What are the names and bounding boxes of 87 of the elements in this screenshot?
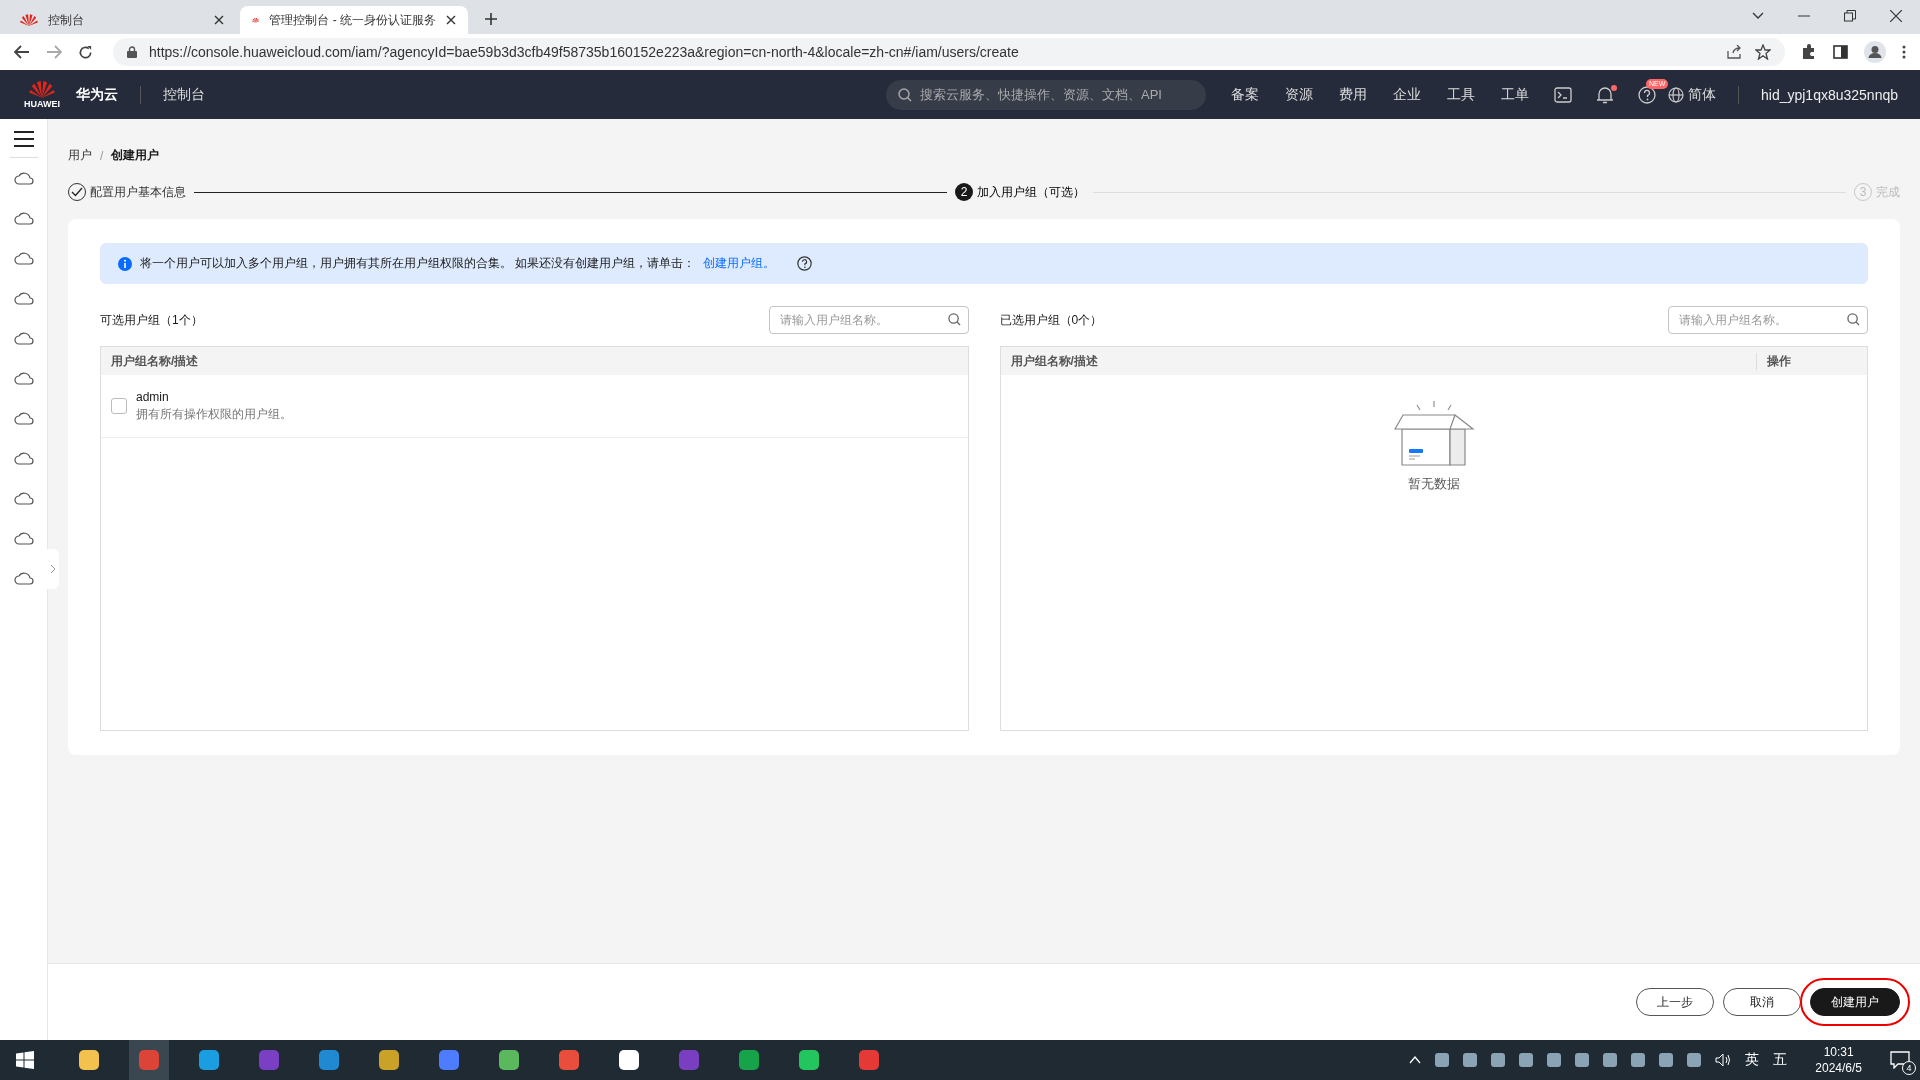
terminal-icon[interactable] [1554,86,1572,103]
breadcrumb-current: 创建用户 [111,147,160,164]
puzzle-icon[interactable] [1801,44,1817,60]
column-header: 用户组名称/描述 [111,352,199,370]
speaker-icon[interactable] [1715,1053,1732,1067]
close-icon[interactable] [1890,10,1902,22]
cloud-icon[interactable] [13,330,34,348]
windows-start-icon[interactable] [16,1051,34,1069]
search-icon [898,87,912,102]
search-icon [947,313,961,326]
tray-icon[interactable] [1575,1053,1590,1067]
tray-icon[interactable] [1547,1053,1562,1067]
step-label: 加入用户组（可选） [977,183,1085,201]
notification-icon[interactable] [1890,1051,1910,1069]
close-icon[interactable] [214,15,224,25]
tray-icon[interactable] [1435,1053,1450,1067]
step-number: 2 [955,183,973,201]
input-language[interactable]: 英 [1745,1051,1760,1069]
close-icon[interactable] [446,15,456,25]
column-header: 操作 [1756,352,1857,370]
breadcrumb-separator: / [100,148,104,163]
kebab-menu-icon[interactable] [1902,45,1906,59]
search-field[interactable]: 请输入用户组名称。 [1668,306,1868,334]
step-label: 配置用户基本信息 [90,183,186,201]
browser-tab[interactable]: 控制台 [8,6,236,34]
create-group-link[interactable]: 创建用户组。 [703,255,776,272]
cloud-icon[interactable] [13,170,34,188]
search-field[interactable]: 搜索云服务、快捷操作、资源、文档、API [886,79,1206,110]
menu-icon[interactable] [13,131,34,147]
browser-tab[interactable]: 管理控制台 - 统一身份认证服务 [240,6,468,34]
notification-dot [1611,84,1617,91]
tray-icon[interactable] [1603,1053,1618,1067]
back-icon[interactable] [14,45,30,59]
console-link[interactable]: 控制台 [163,85,205,104]
tray-icon[interactable] [1463,1053,1478,1067]
address-bar[interactable]: https://console.huaweicloud.com/iam/?agencyId=bae59b3d3cfb49f58735b160152e223a&region=cn-north-4&locale=zh-cn#/iam/users/create [113,38,1785,66]
bell-icon[interactable] [1596,85,1614,104]
date: 2024/6/5 [1815,1060,1862,1076]
cloud-icon[interactable] [13,210,34,228]
tray-icon[interactable] [1491,1053,1506,1067]
nav-link[interactable]: 工具 [1447,85,1475,104]
nav-link[interactable]: 备案 [1231,85,1259,104]
footer-button[interactable]: 取消 [1723,988,1801,1016]
info-icon [118,256,132,271]
nav-link[interactable]: 费用 [1339,85,1367,104]
info-text: 将一个用户可以加入多个用户组，用户拥有其所在用户组权限的合集。 如果还没有创建用户组，请单击： [140,255,696,272]
nav-link[interactable]: 企业 [1393,85,1421,104]
flower-logo-icon [20,13,38,27]
share-icon[interactable] [1727,45,1743,59]
collapse-handle[interactable] [47,549,59,589]
restore-icon[interactable] [1844,10,1856,22]
column-header: 用户组名称/描述 [1010,352,1099,370]
new-tab-icon[interactable] [484,12,498,26]
tray-icon[interactable] [1687,1053,1702,1067]
tray-icon[interactable] [1659,1053,1674,1067]
group-description: 拥有所有操作权限的用户组。 [136,405,292,423]
profile-icon[interactable] [1864,41,1886,63]
star-icon[interactable] [1755,44,1771,60]
clock[interactable]: 10:31 2024/6/5 [1815,1044,1862,1076]
search-icon [1847,313,1860,326]
section-title: 可选用户组（1个） [100,311,203,329]
chevron-down-icon[interactable] [1752,12,1764,20]
group-name: admin [136,389,170,404]
side-panel-icon[interactable] [1833,45,1848,59]
checkbox[interactable] [111,398,127,414]
nav-link[interactable]: 工单 [1501,85,1529,104]
search-field[interactable]: 请输入用户组名称。 [768,306,969,334]
huawei-logo[interactable]: HUAWEI [24,80,60,109]
empty-state-text: 暂无数据 [1407,475,1460,493]
nav-link[interactable]: 资源 [1285,85,1313,104]
brand-name[interactable]: 华为云 [76,85,118,104]
section-title: 已选用户组（0个） [999,311,1103,329]
user-name[interactable]: hid_ypj1qx8u325nnqb [1761,86,1898,103]
tray-icon[interactable] [1519,1053,1534,1067]
time: 10:31 [1823,1044,1854,1060]
lock-icon [127,46,137,58]
footer-button[interactable]: 上一步 [1636,988,1714,1016]
cloud-icon[interactable] [13,410,34,428]
language-link[interactable]: 简体 [1688,85,1716,104]
input-mode[interactable]: 五 [1773,1051,1788,1069]
help-icon[interactable] [797,256,813,271]
breadcrumb-link[interactable]: 用户 [68,147,92,164]
url-text: https://console.huaweicloud.com/iam/?agencyId=bae59b3d3cfb49f58735b160152e223a&region=cn-north-4&locale=zh-cn#/iam/users/create [149,44,1019,60]
tray-icon[interactable] [1631,1053,1646,1067]
chevron-up-icon[interactable] [1409,1056,1422,1064]
reload-icon[interactable] [78,44,93,60]
notification-count: 4 [1902,1061,1916,1075]
